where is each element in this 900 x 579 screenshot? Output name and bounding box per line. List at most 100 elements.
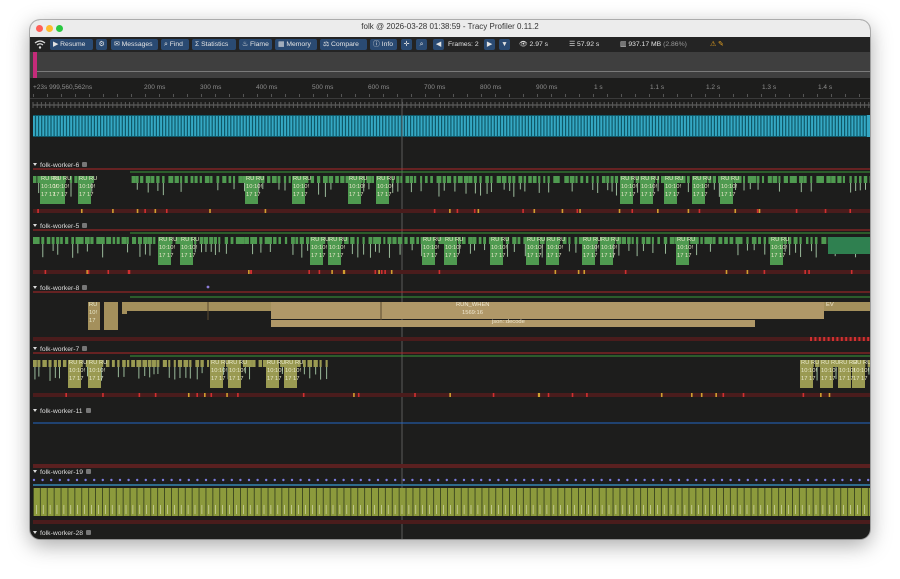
zone-tick[interactable]	[312, 505, 313, 514]
frame-bar[interactable]	[597, 116, 600, 136]
zone-divider[interactable]	[95, 488, 96, 516]
zone-divider[interactable]	[792, 488, 793, 516]
zone[interactable]	[409, 237, 415, 244]
zone-tick[interactable]	[77, 505, 78, 514]
zone[interactable]	[33, 360, 37, 367]
zone-divider[interactable]	[384, 488, 386, 516]
messages-button[interactable]: ✉ Messages	[111, 39, 158, 50]
zone-divider[interactable]	[702, 488, 704, 516]
zone[interactable]	[828, 237, 870, 254]
zone[interactable]	[180, 176, 183, 183]
message-marker[interactable]	[67, 478, 70, 482]
zone-divider[interactable]	[33, 488, 34, 516]
zone-divider[interactable]	[378, 488, 379, 516]
frame-bar[interactable]	[451, 116, 454, 136]
zone-divider[interactable]	[295, 488, 297, 516]
zone-divider[interactable]	[481, 488, 483, 516]
frame-bar[interactable]	[442, 116, 445, 136]
zone[interactable]	[837, 176, 842, 183]
message-marker[interactable]	[437, 478, 440, 482]
message-marker[interactable]	[583, 478, 586, 482]
message-marker[interactable]	[402, 478, 405, 482]
message-marker[interactable]	[308, 478, 311, 482]
frame-bar[interactable]	[122, 116, 125, 136]
message-marker[interactable]	[505, 478, 509, 482]
zone[interactable]	[564, 176, 569, 183]
frame-bar[interactable]	[287, 116, 290, 136]
zone-divider[interactable]	[674, 488, 676, 516]
zone-tick[interactable]	[822, 505, 824, 514]
frame-bar[interactable]	[299, 116, 302, 136]
collapse-caret-icon[interactable]	[33, 531, 37, 534]
frame-bar[interactable]	[770, 116, 773, 136]
frame-bar[interactable]	[690, 116, 693, 136]
zone[interactable]	[37, 237, 40, 244]
zone-divider[interactable]	[253, 488, 255, 516]
message-marker[interactable]	[325, 478, 328, 482]
frame-bar[interactable]	[544, 116, 547, 136]
zone[interactable]	[596, 176, 599, 183]
zone-divider[interactable]	[778, 488, 780, 516]
zone-divider[interactable]	[226, 488, 228, 516]
message-marker[interactable]	[720, 478, 724, 482]
zone[interactable]	[485, 176, 489, 183]
message-marker[interactable]	[359, 478, 362, 482]
message-marker[interactable]	[58, 478, 61, 482]
frame-bar[interactable]	[553, 116, 556, 136]
zone[interactable]	[740, 237, 743, 244]
mutex-mark[interactable]	[631, 209, 634, 213]
zone-tick[interactable]	[36, 505, 37, 514]
zone-divider[interactable]	[564, 488, 566, 516]
zone-divider[interactable]	[60, 488, 62, 516]
zone-divider[interactable]	[440, 488, 441, 516]
zone-tick[interactable]	[450, 505, 451, 514]
zone-divider[interactable]	[522, 488, 524, 516]
frame-bar[interactable]	[225, 116, 228, 136]
zone-divider[interactable]	[143, 488, 145, 516]
mutex-mark[interactable]	[248, 270, 250, 274]
frame-bar[interactable]	[82, 116, 85, 136]
zone-tick[interactable]	[339, 505, 341, 514]
frame-bar[interactable]	[370, 116, 373, 136]
zone-tick[interactable]	[381, 505, 382, 514]
mutex-mark[interactable]	[154, 393, 157, 397]
zone[interactable]	[392, 237, 397, 244]
zone-tick[interactable]	[581, 505, 582, 514]
frame-bar[interactable]	[265, 116, 268, 136]
zone[interactable]	[631, 237, 634, 244]
zone-divider[interactable]	[240, 488, 241, 516]
zone-divider[interactable]	[212, 488, 214, 516]
zone-divider[interactable]	[729, 488, 731, 516]
message-marker[interactable]	[677, 478, 681, 482]
frame-bar[interactable]	[646, 116, 649, 136]
frame-bar[interactable]	[863, 116, 866, 136]
message-marker[interactable]	[127, 478, 130, 482]
zone-divider[interactable]	[812, 488, 814, 516]
frame-bar[interactable]	[203, 116, 206, 136]
frame-bar[interactable]	[848, 116, 851, 136]
zone[interactable]	[518, 176, 523, 183]
zone[interactable]	[453, 176, 457, 183]
frame-bar[interactable]	[231, 116, 234, 136]
frame-bar[interactable]	[352, 116, 355, 136]
frame-bar[interactable]	[144, 116, 147, 136]
zone[interactable]	[547, 176, 550, 183]
frame-bar[interactable]	[215, 116, 218, 136]
mutex-mark[interactable]	[136, 209, 139, 213]
message-marker[interactable]	[196, 478, 199, 482]
message-marker[interactable]	[110, 478, 113, 482]
mutex-mark[interactable]	[828, 393, 831, 397]
previous-frame-button[interactable]: ◀	[433, 39, 444, 50]
frame-bar[interactable]	[653, 116, 655, 136]
message-marker[interactable]	[265, 478, 268, 482]
zone-divider[interactable]	[288, 488, 290, 516]
zone-tick[interactable]	[574, 505, 575, 514]
zone[interactable]	[335, 176, 339, 183]
zone-tick[interactable]	[588, 505, 589, 514]
frame-bar[interactable]	[150, 116, 153, 136]
zone-divider[interactable]	[391, 488, 393, 516]
frame-bar[interactable]	[811, 116, 813, 136]
frame-bar[interactable]	[423, 116, 426, 136]
zone-divider[interactable]	[867, 488, 869, 516]
zone-divider[interactable]	[102, 488, 103, 516]
